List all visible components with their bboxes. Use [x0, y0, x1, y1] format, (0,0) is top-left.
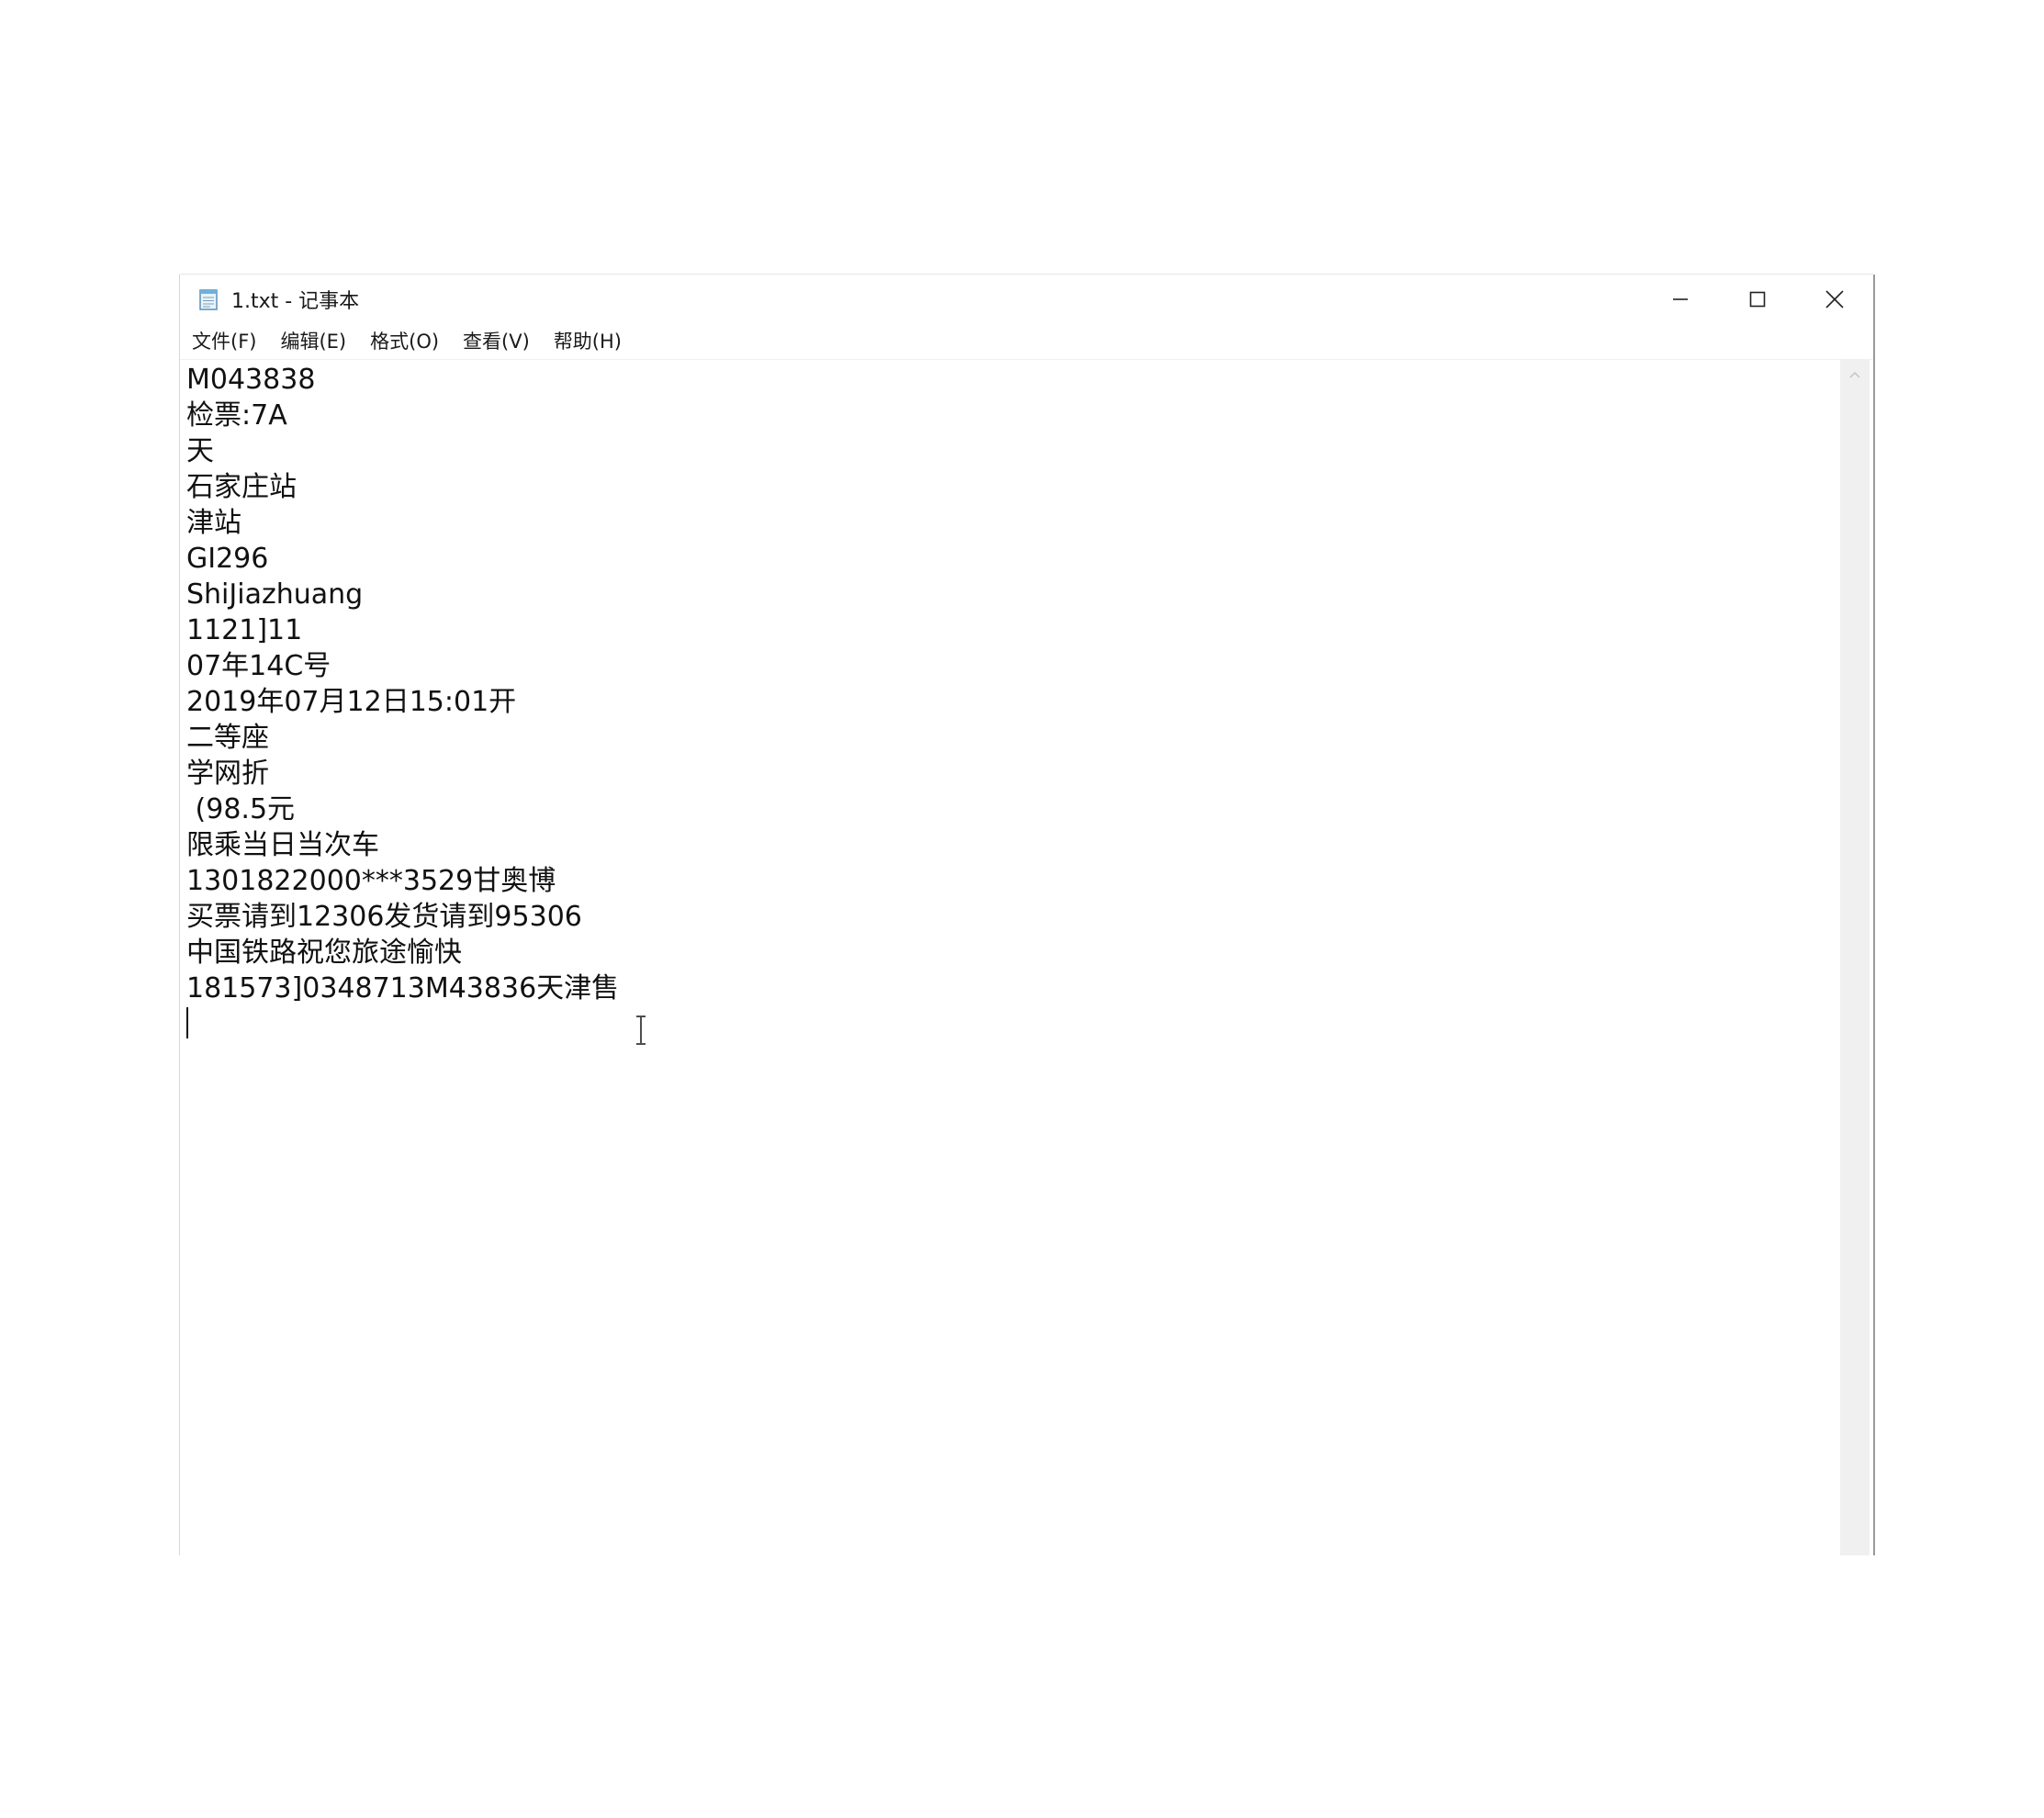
screen: 1.txt - 记事本 文件(F) 编辑(E) 格式(O) 查看(V) 帮助(H… [0, 0, 2044, 1818]
maximize-icon [1749, 291, 1766, 308]
text-line: ShiJiazhuang [186, 578, 364, 611]
text-line: 学网折 [186, 758, 269, 790]
text-line: 限乘当日当次车 [186, 829, 379, 861]
text-line: 1121]11 [186, 614, 303, 646]
maximize-button[interactable] [1719, 275, 1796, 324]
notepad-window: 1.txt - 记事本 文件(F) 编辑(E) 格式(O) 查看(V) 帮助(H… [180, 275, 1873, 1555]
text-line: (98.5元 [186, 793, 296, 825]
text-line: 检票:7A [186, 399, 287, 432]
text-line: M043838 [186, 364, 316, 396]
text-line: 中国铁路祝您旅途愉快 [186, 937, 462, 969]
caption-buttons [1642, 275, 1873, 324]
text-caret [186, 1007, 188, 1038]
close-button[interactable] [1796, 275, 1873, 324]
menu-view[interactable]: 查看(V) [451, 324, 542, 359]
text-line: 2019年07月12日15:01开 [186, 686, 517, 718]
caret-line [186, 1006, 619, 1042]
minimize-button[interactable] [1642, 275, 1719, 324]
title-bar[interactable]: 1.txt - 记事本 [180, 275, 1873, 324]
text-line: 石家庄站 [186, 471, 297, 503]
text-cursor-icon [636, 1016, 646, 1045]
text-line: 07年14C号 [186, 650, 331, 682]
text-editor[interactable]: M043838 检票:7A 天 石家庄站 津站 GI296 ShiJiazhua… [180, 360, 1840, 1555]
scroll-up-button[interactable] [1840, 360, 1870, 389]
notepad-icon [197, 287, 220, 311]
text-content[interactable]: M043838 检票:7A 天 石家庄站 津站 GI296 ShiJiazhua… [186, 362, 619, 1042]
text-line: 二等座 [186, 722, 269, 754]
menu-edit[interactable]: 编辑(E) [268, 324, 358, 359]
text-line: 181573]0348713M43836天津售 [186, 972, 620, 1004]
menu-help[interactable]: 帮助(H) [542, 324, 634, 359]
text-line: GI296 [186, 543, 269, 575]
text-line: 天 [186, 435, 214, 467]
minimize-icon [1673, 298, 1688, 300]
chevron-up-icon [1849, 371, 1860, 378]
text-line: 津站 [186, 507, 241, 539]
menu-bar: 文件(F) 编辑(E) 格式(O) 查看(V) 帮助(H) [180, 324, 1873, 360]
menu-file[interactable]: 文件(F) [180, 324, 268, 359]
text-line: 买票请到12306发货请到95306 [186, 901, 582, 933]
menu-format[interactable]: 格式(O) [358, 324, 451, 359]
vertical-scrollbar[interactable] [1840, 360, 1870, 1555]
text-line: 1301822000***3529甘奥博 [186, 865, 556, 897]
close-icon [1825, 290, 1844, 309]
window-title: 1.txt - 记事本 [231, 290, 360, 313]
